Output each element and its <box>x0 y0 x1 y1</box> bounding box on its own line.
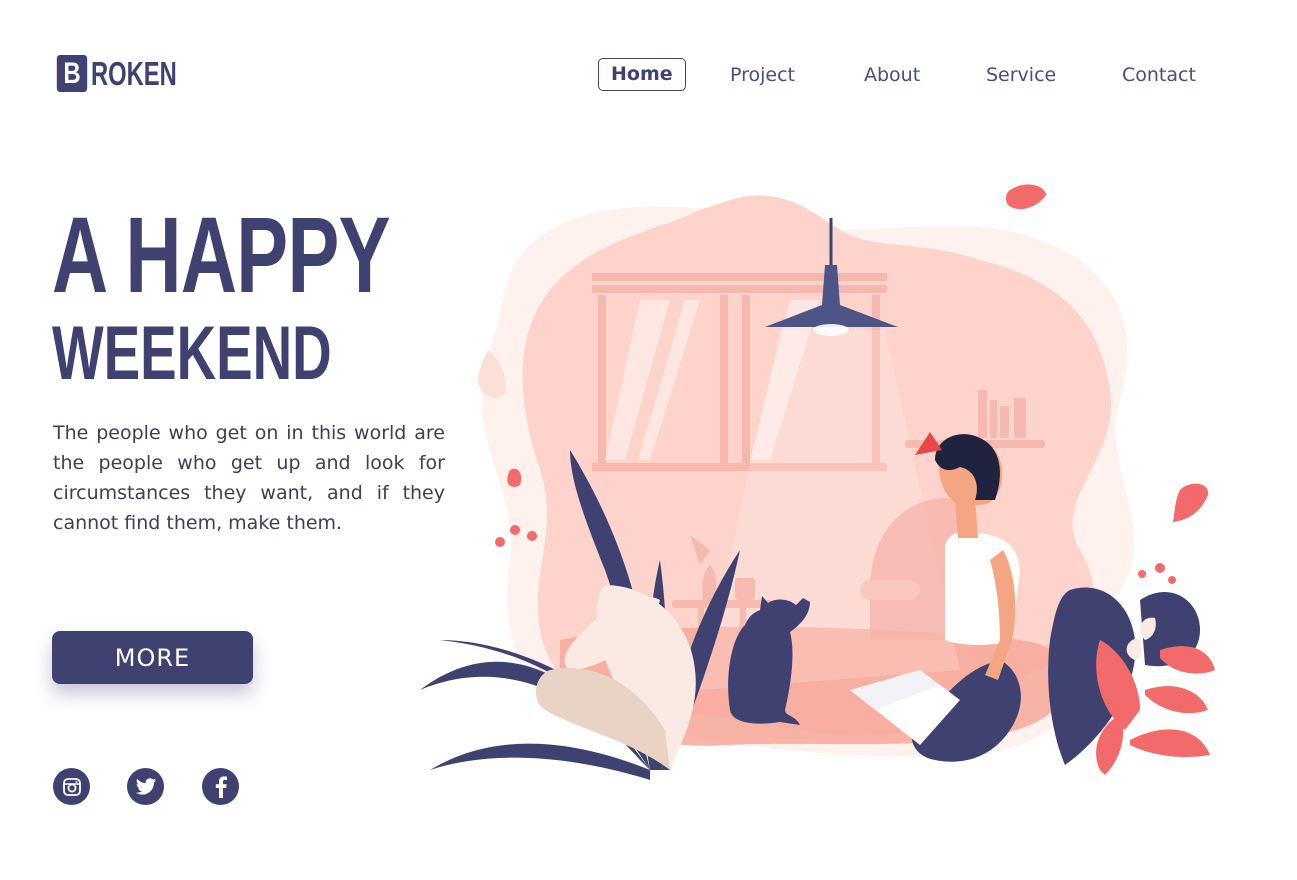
twitter-icon <box>135 777 156 795</box>
facebook-icon <box>215 775 227 798</box>
hero-description: The people who get on in this world are … <box>53 422 445 534</box>
main-nav: Home Project About Service Contact <box>598 58 1218 92</box>
logo-initial: B <box>56 55 88 92</box>
twitter-link[interactable] <box>127 768 164 805</box>
logo-text: ROKEN <box>91 54 177 92</box>
nav-project[interactable]: Project <box>730 58 795 92</box>
floating-drop <box>1005 184 1046 210</box>
instagram-icon <box>62 777 81 796</box>
nav-service[interactable]: Service <box>986 58 1056 92</box>
logo[interactable]: B ROKEN <box>53 55 210 92</box>
nav-home[interactable]: Home <box>598 58 686 91</box>
nav-contact[interactable]: Contact <box>1122 58 1196 92</box>
facebook-link[interactable] <box>202 768 239 805</box>
hero-title-line2: WEEKEND <box>52 311 332 396</box>
hero-title-line1: A HAPPY <box>52 194 390 315</box>
floating-drop <box>1173 483 1209 522</box>
more-button[interactable]: MORE <box>52 631 253 684</box>
instagram-link[interactable] <box>53 768 90 805</box>
hero-illustration <box>420 184 1215 780</box>
right-plant <box>1048 563 1215 775</box>
nav-about[interactable]: About <box>864 58 920 92</box>
